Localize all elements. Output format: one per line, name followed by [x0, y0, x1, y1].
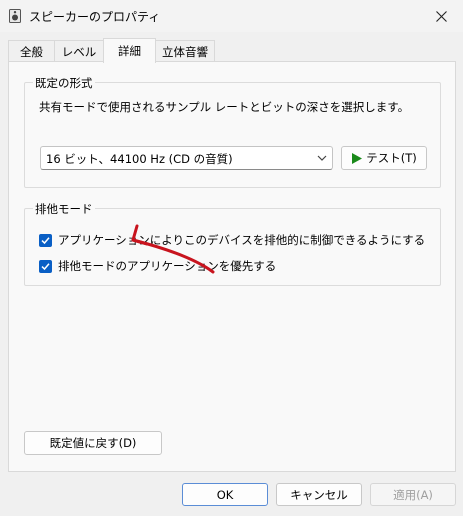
tab-general[interactable]: 全般 — [8, 40, 55, 62]
exclusive-mode-group: 排他モード アプリケーションによりこのデバイスを排他的に制御できるようにする 排… — [24, 201, 441, 286]
tab-spatial-sound[interactable]: 立体音響 — [155, 40, 215, 62]
title-bar: スピーカーのプロパティ — [0, 0, 463, 32]
close-icon — [435, 10, 447, 22]
test-button-label: テスト(T) — [366, 151, 417, 165]
ok-button[interactable]: OK — [182, 483, 268, 506]
default-format-group: 既定の形式 共有モードで使用されるサンプル レートとビットの深さを選択します。 — [24, 75, 441, 188]
exclusive-control-checkbox[interactable] — [39, 233, 52, 247]
format-select[interactable]: 16 ビット、44100 Hz (CD の音質) — [40, 146, 333, 170]
exclusive-control-label: アプリケーションによりこのデバイスを排他的に制御できるようにする — [58, 233, 426, 247]
tab-panel: 既定の形式 共有モードで使用されるサンプル レートとビットの深さを選択します。 … — [8, 61, 456, 472]
default-format-description: 共有モードで使用されるサンプル レートとビットの深さを選択します。 — [39, 100, 410, 114]
checkmark-icon — [41, 236, 50, 244]
exclusive-mode-label: 排他モード — [33, 201, 95, 217]
chevron-down-icon — [317, 155, 327, 161]
format-select-value: 16 ビット、44100 Hz (CD の音質) — [46, 152, 233, 166]
apply-button[interactable]: 適用(A) — [370, 483, 456, 506]
tab-levels[interactable]: レベル — [54, 40, 104, 62]
red-arrow-annotation — [131, 224, 215, 274]
test-button[interactable]: テスト(T) — [341, 146, 427, 170]
cancel-button[interactable]: キャンセル — [276, 483, 362, 506]
default-format-label: 既定の形式 — [33, 75, 95, 91]
restore-defaults-button[interactable]: 既定値に戻す(D) — [24, 431, 162, 455]
exclusive-control-option[interactable]: アプリケーションによりこのデバイスを排他的に制御できるようにする — [39, 232, 425, 248]
checkmark-icon — [41, 262, 50, 270]
play-icon — [352, 152, 363, 164]
window-title: スピーカーのプロパティ — [29, 10, 161, 24]
tab-advanced[interactable]: 詳細 — [103, 38, 156, 63]
close-button[interactable] — [419, 0, 463, 32]
speaker-app-icon — [9, 9, 21, 23]
exclusive-priority-checkbox[interactable] — [39, 259, 52, 273]
